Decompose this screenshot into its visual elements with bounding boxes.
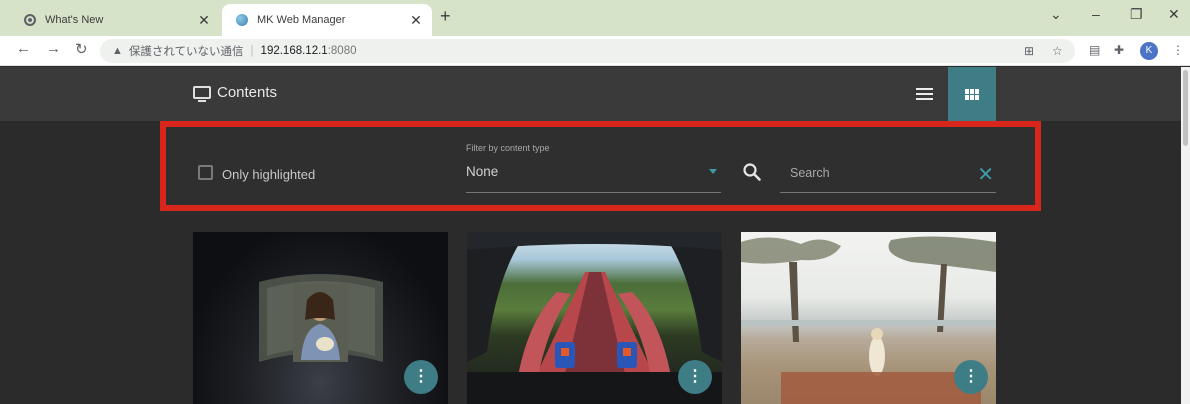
more-vert-icon[interactable]: ⋮ [678, 360, 712, 394]
content-card[interactable]: ⋮ [741, 232, 996, 404]
scrollbar-thumb[interactable] [1183, 70, 1188, 146]
dropdown-arrow-icon[interactable] [709, 169, 717, 174]
search-field[interactable]: ✕ [780, 159, 996, 193]
content-type-value: None [466, 164, 499, 179]
grid-icon [965, 88, 979, 100]
page-title-group: Contents [193, 84, 278, 102]
bookmark-star-icon[interactable]: ☆ [1052, 44, 1063, 58]
tab-title: What's New [45, 14, 104, 26]
page-title: Contents [217, 84, 278, 101]
list-icon [915, 88, 933, 100]
monitor-icon [193, 86, 211, 102]
list-view-button[interactable] [900, 67, 948, 121]
minimize-icon[interactable]: – [1092, 6, 1100, 22]
url-separator: | [250, 45, 254, 57]
restore-icon[interactable]: ❐ [1130, 6, 1143, 23]
content-card[interactable]: ⋮ [467, 232, 722, 404]
url-host: 192.168.12.1 [260, 45, 328, 57]
browser-toolbar: ← → ↻ ▲ 保護されていない通信 | 192.168.12.1 :8080 … [0, 36, 1190, 66]
tab-whats-new[interactable]: What's New ✕ [10, 4, 220, 36]
tab-title: MK Web Manager [257, 14, 346, 26]
security-status: 保護されていない通信 [128, 46, 244, 58]
browser-menu-icon[interactable]: ⋮ [1172, 43, 1184, 57]
extensions-puzzle-icon[interactable]: ✚ [1114, 43, 1124, 57]
address-bar[interactable]: ▲ 保護されていない通信 | 192.168.12.1 :8080 ⊞ ☆ [100, 39, 1075, 63]
more-vert-icon[interactable]: ⋮ [404, 360, 438, 394]
translate-icon[interactable]: ⊞ [1024, 44, 1034, 58]
profile-avatar[interactable]: K [1140, 42, 1158, 60]
search-icon[interactable] [742, 162, 762, 182]
close-tab-icon[interactable]: ✕ [196, 12, 212, 29]
tab-mk-web-manager[interactable]: MK Web Manager ✕ [222, 4, 432, 36]
content-type-select[interactable]: Filter by content type None [466, 143, 721, 193]
site-favicon-icon [236, 14, 248, 26]
reading-list-icon[interactable]: ▤ [1089, 43, 1100, 57]
window-close-icon[interactable]: ✕ [1168, 6, 1180, 23]
tab-search-chevron-icon[interactable]: ⌄ [1050, 6, 1062, 23]
app-header: Contents [0, 67, 1181, 121]
back-icon[interactable]: ← [16, 40, 31, 57]
more-vert-icon[interactable]: ⋮ [954, 360, 988, 394]
search-input[interactable] [790, 166, 950, 180]
clear-search-icon[interactable]: ✕ [977, 165, 994, 185]
forward-icon[interactable]: → [46, 40, 61, 57]
only-highlighted-checkbox[interactable] [198, 165, 213, 180]
new-tab-icon[interactable]: + [440, 6, 451, 27]
chrome-favicon-icon [24, 14, 36, 26]
browser-tab-strip: What's New ✕ MK Web Manager ✕ + ⌄ – ❐ ✕ [0, 0, 1190, 36]
grid-view-button[interactable] [948, 67, 996, 121]
filter-bar: Only highlighted Filter by content type … [160, 121, 1041, 211]
content-type-label: Filter by content type [466, 143, 550, 153]
close-tab-icon[interactable]: ✕ [408, 12, 424, 29]
warning-triangle-icon[interactable]: ▲ [112, 45, 123, 57]
content-card[interactable]: ⋮ [193, 232, 448, 404]
only-highlighted-label[interactable]: Only highlighted [222, 167, 315, 182]
reload-icon[interactable]: ↻ [75, 40, 88, 58]
url-port: :8080 [327, 45, 357, 57]
